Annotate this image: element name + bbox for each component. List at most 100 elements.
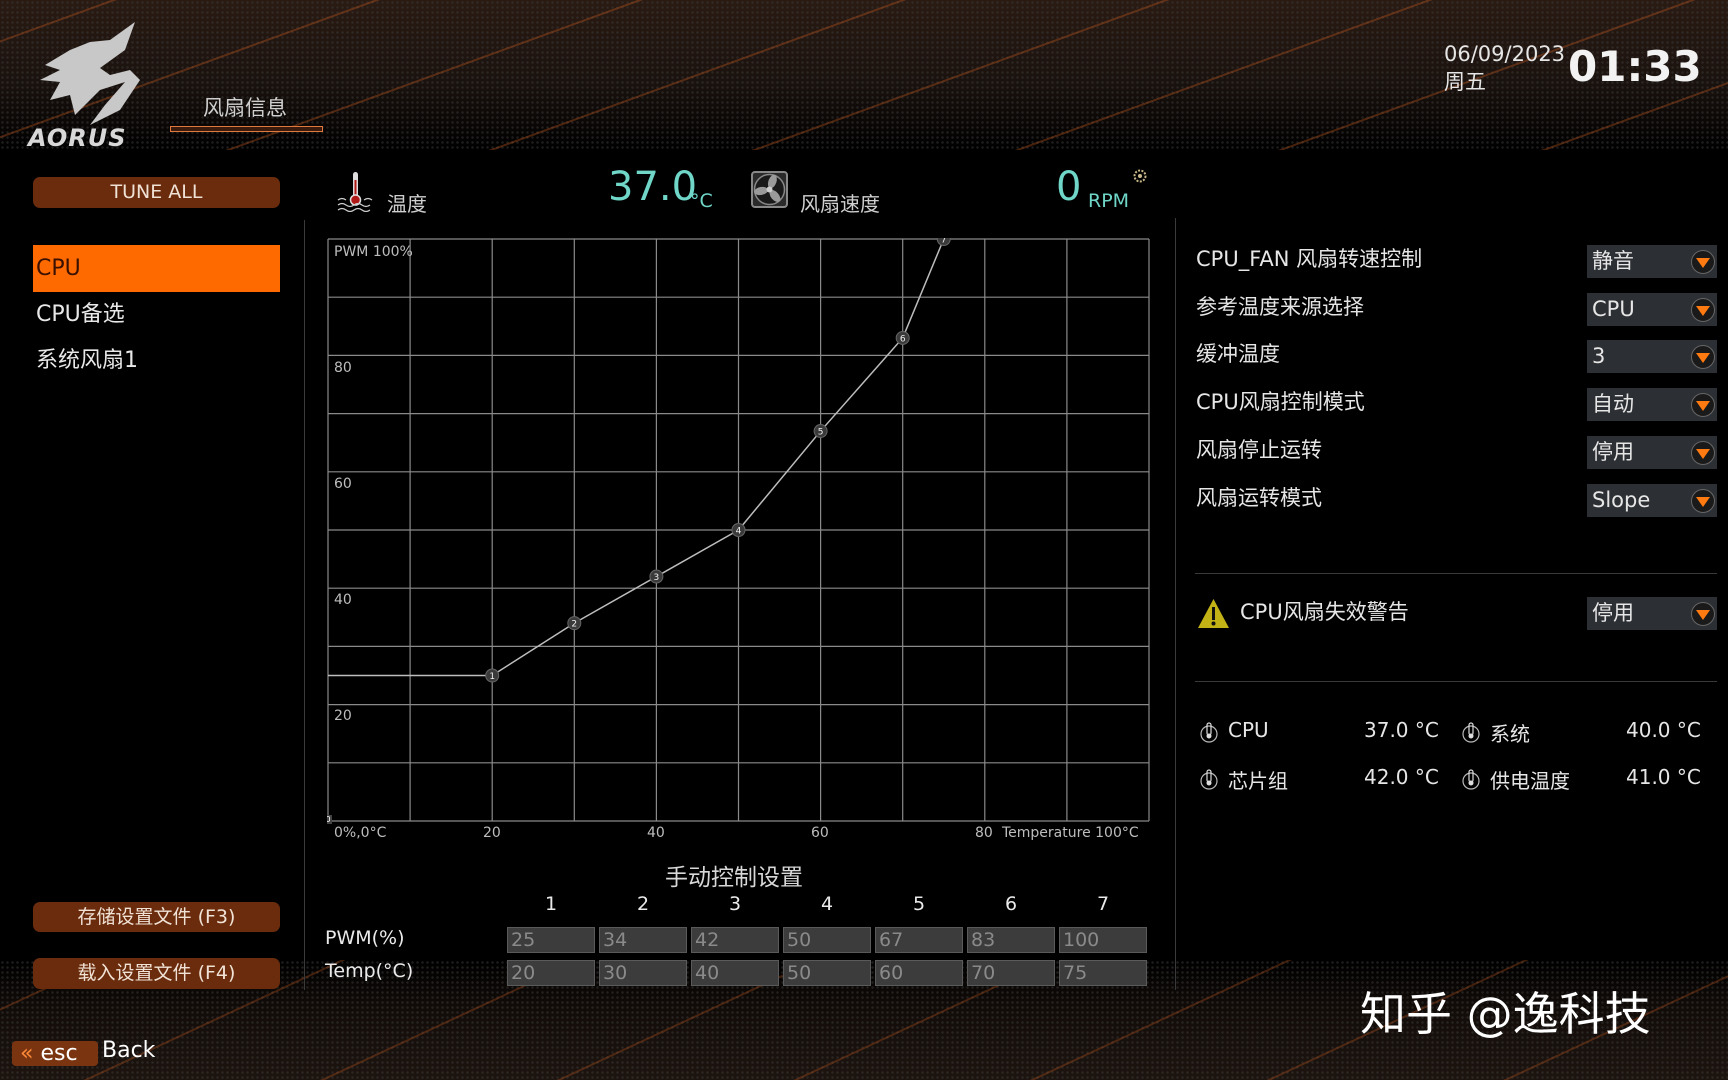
y-tick-40: 40 (334, 592, 352, 608)
pwm-input[interactable]: 34 (599, 927, 687, 953)
sidebar-item-sys-fan1[interactable]: 系统风扇1 (33, 337, 280, 384)
curve-point-2[interactable]: 2 (567, 616, 582, 631)
dropdown-value: 3 (1592, 344, 1606, 369)
origin-label: 0%,0°C (334, 825, 387, 841)
curve-point-7[interactable]: 7 (936, 238, 951, 246)
fan-curve-chart[interactable]: 1 2 3 4 5 6 7 0 (327, 238, 1167, 838)
clock-display: 01:33 (1568, 42, 1702, 91)
temp-input[interactable]: 40 (691, 960, 779, 986)
curve-point-label: 3 (654, 573, 660, 583)
thermometer-icon (1462, 722, 1480, 743)
fan-fail-warning-dropdown[interactable]: 停用 (1587, 597, 1717, 630)
x-tick-40: 40 (647, 825, 665, 841)
column-number: 5 (912, 893, 926, 915)
manual-control-title: 手动控制设置 (665, 865, 803, 891)
chevron-down-icon[interactable] (1691, 440, 1715, 465)
curve-segment (902, 238, 945, 339)
curve-point-label: 4 (736, 527, 742, 537)
fan-icon (751, 171, 788, 208)
pwm-input[interactable]: 50 (783, 927, 871, 953)
thermometer-icon (1200, 722, 1218, 743)
tab-fan-info[interactable]: 风扇信息 (203, 92, 287, 122)
y-tick-20: 20 (334, 708, 352, 724)
warning-icon (1198, 599, 1229, 628)
fan-speed-value: 0 (1056, 164, 1082, 210)
curve-point-3[interactable]: 3 (649, 569, 664, 584)
curve-segment (820, 337, 904, 432)
chart-curve-layer (328, 238, 945, 677)
chevron-down-icon[interactable] (1691, 488, 1715, 513)
chevron-down-icon[interactable] (1691, 297, 1715, 322)
temp-sensor-value: 41.0 °C (1626, 765, 1701, 789)
esc-button[interactable]: « esc (12, 1041, 98, 1066)
dropdown-value: 停用 (1592, 439, 1634, 464)
temp-input[interactable]: 70 (967, 960, 1055, 986)
watermark: 知乎 @逸科技 (1360, 987, 1651, 1041)
curve-segment (737, 430, 822, 531)
load-profile-button[interactable]: 载入设置文件 (F4) (33, 958, 280, 989)
setting-dropdown[interactable]: 自动 (1587, 388, 1717, 422)
sidebar-item-cpu-alt[interactable]: CPU备选 (33, 291, 280, 338)
temp-row-label: Temp(°C) (325, 960, 414, 982)
settings-divider (1195, 573, 1717, 574)
chevron-down-icon[interactable] (1691, 345, 1715, 370)
curve-point-label: 6 (900, 334, 906, 344)
setting-dropdown[interactable]: Slope (1587, 483, 1717, 517)
column-number: 7 (1096, 893, 1110, 915)
temp-input[interactable]: 60 (875, 960, 963, 986)
chart-points-layer: 1 2 3 4 5 6 7 0 (327, 238, 951, 824)
pwm-input[interactable]: 100 (1059, 927, 1147, 953)
curve-point-4[interactable]: 4 (731, 523, 746, 537)
pwm-input[interactable]: 42 (691, 927, 779, 953)
sidebar-item-cpu[interactable]: CPU (33, 245, 280, 292)
y-tick-60: 60 (334, 476, 352, 492)
tune-all-button[interactable]: TUNE ALL (33, 177, 280, 208)
curve-segment (656, 529, 739, 578)
pwm-input[interactable]: 67 (875, 927, 963, 953)
setting-label: 风扇停止运转 (1196, 437, 1322, 462)
sidebar-divider (304, 220, 305, 990)
temp-sensor-value: 37.0 °C (1364, 718, 1439, 742)
chevron-down-icon[interactable] (1691, 602, 1715, 626)
curve-point-5[interactable]: 5 (813, 424, 828, 439)
brand-logo-text: AORUS (28, 124, 127, 152)
pwm-input[interactable]: 83 (967, 927, 1055, 953)
column-number: 6 (1004, 893, 1018, 915)
setting-label: CPU_FAN 风扇转速控制 (1196, 247, 1423, 271)
thermometer-icon (1462, 769, 1480, 790)
y-axis-label: PWM 100% (334, 244, 413, 260)
temp-input[interactable]: 50 (783, 960, 871, 986)
setting-dropdown[interactable]: 停用 (1587, 435, 1717, 469)
chevron-down-icon[interactable] (1691, 393, 1715, 418)
curve-point-1[interactable]: 1 (485, 668, 500, 683)
column-number: 1 (544, 893, 558, 915)
fan-speed-unit: RPM (1088, 190, 1130, 212)
temp-input[interactable]: 20 (507, 960, 595, 986)
date-display: 06/09/2023 (1444, 42, 1566, 66)
setting-label: CPU风扇控制模式 (1196, 390, 1365, 415)
curve-point-6[interactable]: 6 (895, 330, 910, 345)
temp-sensor-label: 系统 (1490, 722, 1530, 746)
back-label[interactable]: Back (102, 1038, 155, 1063)
pwm-input[interactable]: 25 (507, 927, 595, 953)
x-tick-20: 20 (483, 825, 501, 841)
temp-sensor-value: 40.0 °C (1626, 718, 1701, 742)
column-number: 3 (728, 893, 742, 915)
setting-dropdown[interactable]: CPU (1587, 292, 1717, 326)
weekday-display: 周五 (1444, 70, 1486, 94)
setting-dropdown[interactable]: 静音 (1587, 245, 1717, 278)
esc-label: esc (40, 1041, 78, 1066)
curve-segment (573, 575, 657, 624)
temp-input[interactable]: 75 (1059, 960, 1147, 986)
dropdown-value: Slope (1592, 487, 1651, 512)
temp-sensor-label: 供电温度 (1490, 769, 1570, 793)
chevron-down-icon[interactable] (1691, 250, 1715, 274)
save-profile-button[interactable]: 存储设置文件 (F3) (33, 902, 280, 932)
setting-label: 参考温度来源选择 (1196, 294, 1364, 319)
gear-icon[interactable] (1133, 169, 1147, 183)
temperature-label: 温度 (387, 192, 427, 216)
temp-input[interactable]: 30 (599, 960, 687, 986)
monitor-divider (1195, 681, 1717, 682)
setting-dropdown[interactable]: 3 (1587, 340, 1717, 374)
curve-segment (491, 622, 575, 677)
